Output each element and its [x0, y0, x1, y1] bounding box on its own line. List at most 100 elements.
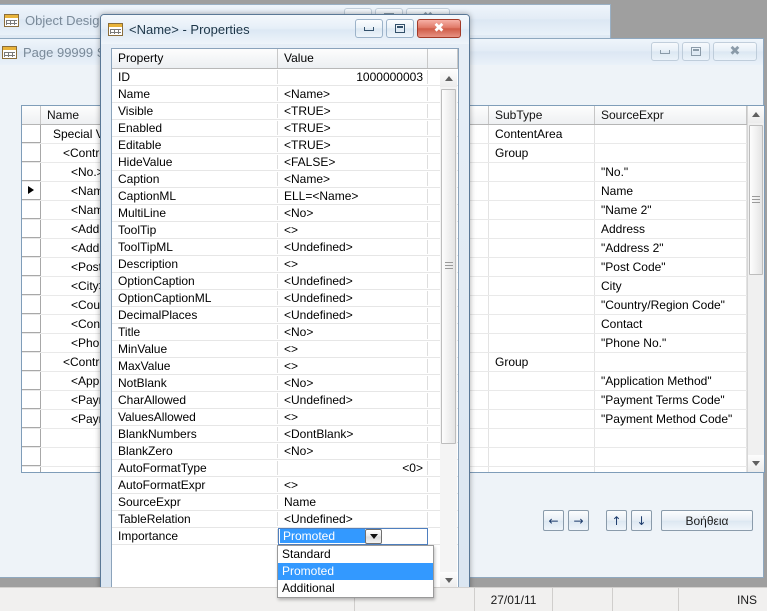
property-row[interactable]: MultiLine <No>	[112, 205, 458, 222]
cell-subtype[interactable]	[489, 258, 595, 276]
table-row[interactable]: Group	[470, 144, 764, 163]
table-row[interactable]: "Payment Terms Code"	[470, 391, 764, 410]
dropdown-option-promoted[interactable]: Promoted	[278, 563, 433, 580]
cell-sourceexpr[interactable]: "Payment Terms Code"	[595, 391, 747, 409]
row-indicator-cell[interactable]	[22, 144, 41, 162]
cell-sourceexpr[interactable]	[595, 429, 747, 447]
importance-combo-value[interactable]: Promoted	[280, 529, 365, 543]
property-value-cell[interactable]: <>	[278, 257, 428, 271]
cell-sourceexpr[interactable]: Address	[595, 220, 747, 238]
property-value-cell[interactable]: <>	[278, 359, 428, 373]
row-indicator-cell[interactable]	[470, 391, 489, 409]
row-indicator-cell[interactable]	[22, 372, 41, 390]
row-indicator-cell[interactable]	[22, 239, 41, 257]
row-indicator-cell[interactable]	[470, 353, 489, 371]
cell-subtype[interactable]	[489, 372, 595, 390]
cell-subtype[interactable]	[489, 296, 595, 314]
property-row[interactable]: Title <No>	[112, 324, 458, 341]
property-value-cell[interactable]: <Undefined>	[278, 240, 428, 254]
cell-sourceexpr[interactable]: "Country/Region Code"	[595, 296, 747, 314]
property-value-cell[interactable]: <No>	[278, 325, 428, 339]
table-row[interactable]: "Country/Region Code"	[470, 296, 764, 315]
property-row[interactable]: ToolTip <>	[112, 222, 458, 239]
row-indicator-cell[interactable]	[470, 296, 489, 314]
cell-subtype[interactable]	[489, 163, 595, 181]
property-row[interactable]: TableRelation <Undefined>	[112, 511, 458, 528]
property-row[interactable]: SourceExpr Name	[112, 494, 458, 511]
property-value-cell[interactable]: <>	[278, 342, 428, 356]
row-indicator-cell[interactable]	[22, 182, 41, 200]
row-indicator-cell[interactable]	[470, 429, 489, 447]
importance-combo-box[interactable]: Promoted	[278, 527, 428, 545]
grid-right-scroll-thumb[interactable]	[749, 125, 763, 275]
table-row[interactable]: Name	[470, 182, 764, 201]
cell-subtype[interactable]	[489, 220, 595, 238]
row-indicator-cell[interactable]	[22, 353, 41, 371]
chevron-down-icon[interactable]	[365, 528, 382, 544]
row-indicator-cell[interactable]	[22, 334, 41, 352]
row-indicator-cell[interactable]	[22, 410, 41, 428]
property-value-cell[interactable]: <0>	[278, 461, 428, 475]
property-value-cell[interactable]: <TRUE>	[278, 104, 428, 118]
table-row[interactable]: Address	[470, 220, 764, 239]
dropdown-option-additional[interactable]: Additional	[278, 580, 433, 597]
table-row[interactable]	[470, 429, 764, 448]
property-row[interactable]: DecimalPlaces <Undefined>	[112, 307, 458, 324]
cell-subtype[interactable]	[489, 391, 595, 409]
row-indicator-cell[interactable]	[22, 125, 41, 143]
property-value-cell[interactable]: <No>	[278, 206, 428, 220]
cell-subtype[interactable]	[489, 429, 595, 447]
cell-sourceexpr[interactable]: "Application Method"	[595, 372, 747, 390]
property-row[interactable]: Editable <TRUE>	[112, 137, 458, 154]
table-row[interactable]: "Application Method"	[470, 372, 764, 391]
table-row[interactable]: "Name 2"	[470, 201, 764, 220]
properties-scroll-thumb[interactable]	[441, 89, 456, 444]
property-value-cell[interactable]: ELL=<Name>	[278, 189, 428, 203]
row-indicator-cell[interactable]	[470, 163, 489, 181]
property-row[interactable]: CharAllowed <Undefined>	[112, 392, 458, 409]
property-row[interactable]: NotBlank <No>	[112, 375, 458, 392]
scroll-up-arrow-icon[interactable]	[748, 106, 764, 123]
property-row[interactable]: CaptionML ELL=<Name>	[112, 188, 458, 205]
cell-sourceexpr[interactable]	[595, 353, 747, 371]
property-value-cell[interactable]: Name	[278, 495, 428, 509]
cell-subtype[interactable]: ContentArea	[489, 125, 595, 143]
importance-dropdown-list[interactable]: Standard Promoted Additional	[277, 545, 434, 598]
row-indicator-cell[interactable]	[470, 182, 489, 200]
cell-sourceexpr[interactable]: Name	[595, 182, 747, 200]
cell-subtype[interactable]	[489, 182, 595, 200]
property-value-cell[interactable]: <TRUE>	[278, 121, 428, 135]
property-row[interactable]: BlankNumbers <DontBlank>	[112, 426, 458, 443]
cell-sourceexpr[interactable]	[595, 467, 747, 472]
cell-sourceexpr[interactable]: Contact	[595, 315, 747, 333]
table-row[interactable]: ContentArea	[470, 125, 764, 144]
row-indicator-cell[interactable]	[22, 277, 41, 295]
properties-scroll-up-icon[interactable]	[440, 70, 457, 87]
table-row[interactable]: "Payment Method Code"	[470, 410, 764, 429]
properties-restore-button[interactable]	[386, 19, 414, 38]
property-row[interactable]: HideValue <FALSE>	[112, 154, 458, 171]
cell-sourceexpr[interactable]: "Post Code"	[595, 258, 747, 276]
cell-subtype[interactable]	[489, 277, 595, 295]
property-value-cell[interactable]: <>	[278, 223, 428, 237]
page-designer-close-button[interactable]: ✖	[713, 42, 757, 61]
property-row[interactable]: Caption <Name>	[112, 171, 458, 188]
properties-close-button[interactable]: ✖	[417, 19, 461, 38]
row-indicator-cell[interactable]	[470, 144, 489, 162]
cell-sourceexpr[interactable]: "Phone No."	[595, 334, 747, 352]
table-row[interactable]	[470, 448, 764, 467]
property-row[interactable]: AutoFormatType <0>	[112, 460, 458, 477]
property-row[interactable]: BlankZero <No>	[112, 443, 458, 460]
cell-subtype[interactable]: Group	[489, 353, 595, 371]
cell-sourceexpr[interactable]	[595, 448, 747, 466]
table-row[interactable]	[470, 467, 764, 472]
row-indicator-cell[interactable]	[22, 429, 41, 447]
cell-sourceexpr[interactable]	[595, 144, 747, 162]
table-row[interactable]: City	[470, 277, 764, 296]
property-value-cell[interactable]: 1000000003	[278, 70, 428, 84]
row-indicator-cell[interactable]	[22, 315, 41, 333]
row-indicator-cell[interactable]	[470, 239, 489, 257]
table-row[interactable]: "No."	[470, 163, 764, 182]
row-indicator-cell[interactable]	[22, 467, 41, 472]
property-value-cell[interactable]: <Undefined>	[278, 512, 428, 526]
